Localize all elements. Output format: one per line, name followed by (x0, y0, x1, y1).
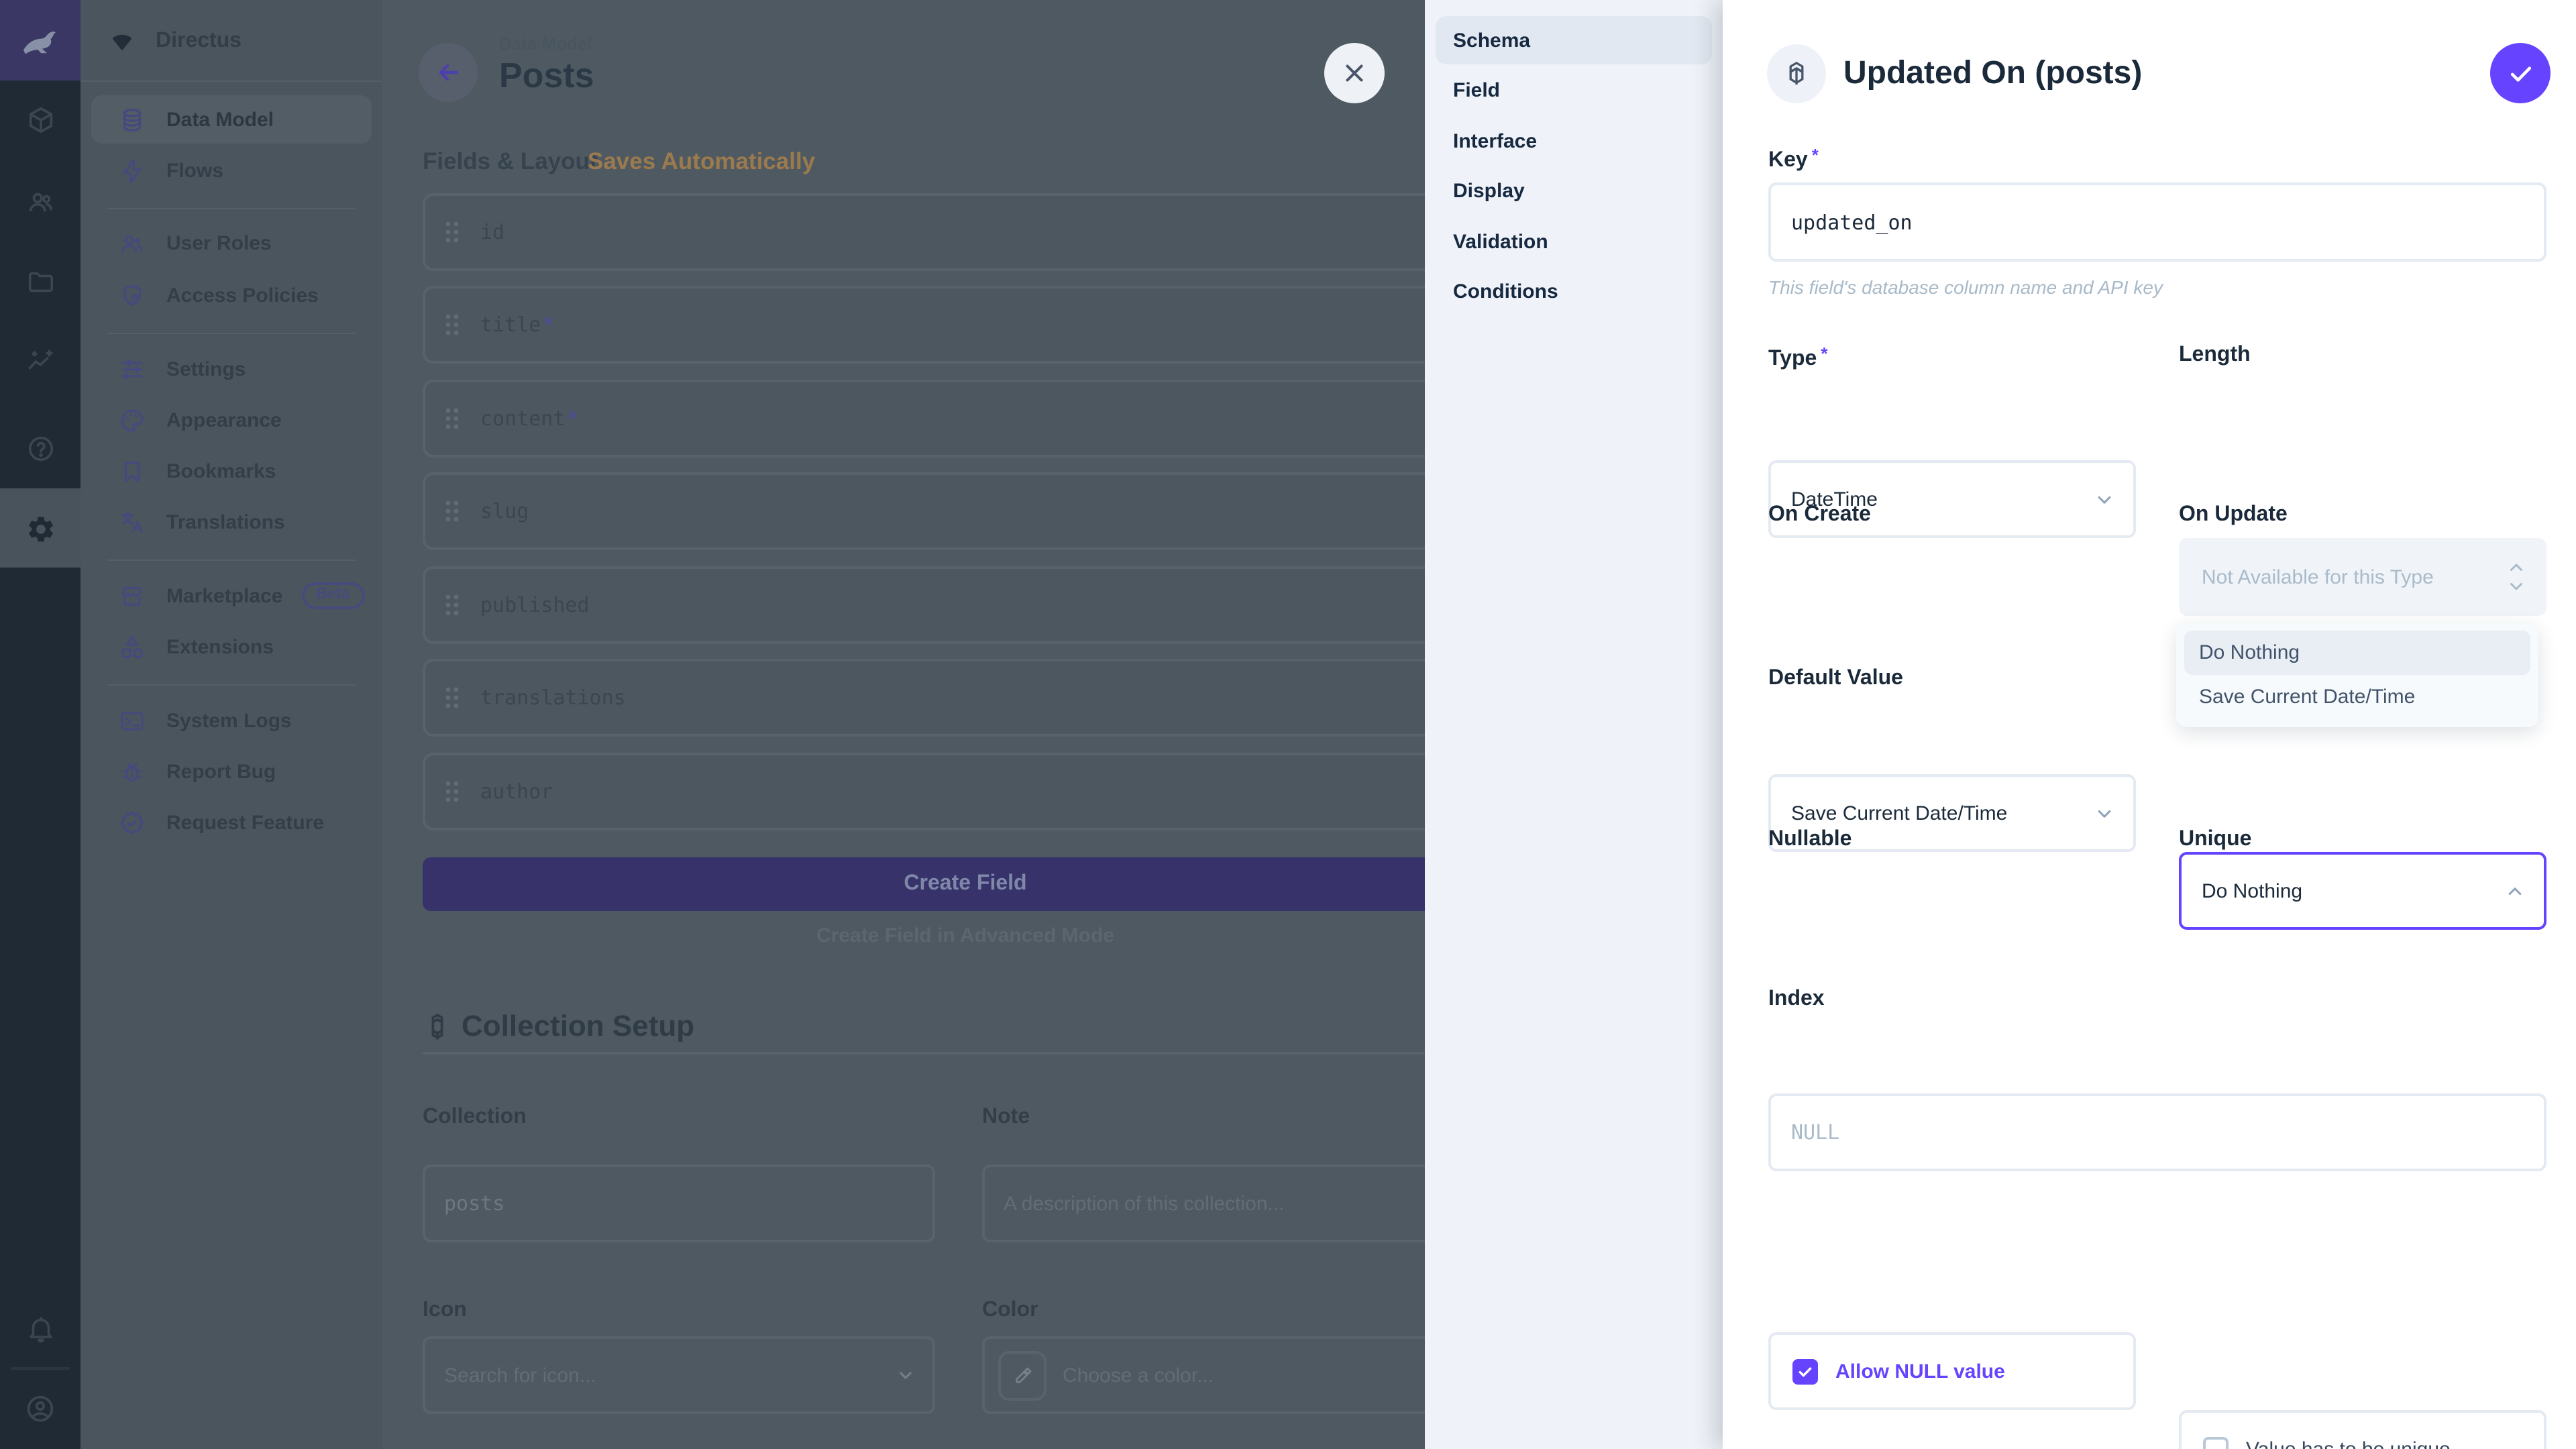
on-update-select[interactable]: Do Nothing (2179, 852, 2546, 930)
on-update-label: On Update (2179, 503, 2288, 527)
chevron-up-icon (2504, 879, 2526, 902)
checkbox-unchecked-icon[interactable] (2203, 1436, 2229, 1449)
key-input[interactable]: updated_on (1768, 182, 2546, 262)
close-drawer-button[interactable] (1324, 43, 1385, 103)
menu-item-save-current-datetime[interactable]: Save Current Date/Time (2184, 675, 2530, 719)
tab-schema[interactable]: Schema (1436, 16, 1712, 64)
checkbox-checked-icon[interactable] (1792, 1358, 1818, 1384)
default-value-input[interactable]: NULL (1768, 1093, 2546, 1171)
directus-app: Directus Data Model Flows User Roles Acc… (0, 0, 2576, 1449)
tab-validation[interactable]: Validation (1436, 217, 1712, 266)
tab-display[interactable]: Display (1436, 166, 1712, 215)
tab-conditions[interactable]: Conditions (1436, 267, 1712, 315)
tab-interface[interactable]: Interface (1436, 117, 1712, 165)
chevron-down-icon (2093, 802, 2116, 824)
length-input: Not Available for this Type (2179, 538, 2546, 616)
field-detail-drawer: Updated On (posts) Key* updated_on This … (1723, 0, 2576, 1449)
required-asterisk: * (1812, 145, 1819, 165)
default-value-label: Default Value (1768, 667, 1903, 691)
tab-field[interactable]: Field (1436, 66, 1712, 114)
nullable-checkbox-field[interactable]: Allow NULL value (1768, 1332, 2136, 1410)
drawer-title: Updated On (posts) (1843, 55, 2142, 93)
stepper-icon (2506, 561, 2526, 593)
unique-label: Unique (2179, 828, 2251, 852)
on-create-label: On Create (1768, 503, 1871, 527)
save-button[interactable] (2490, 43, 2551, 103)
drawer-overlay[interactable] (0, 0, 1425, 1449)
key-hint: This field's database column name and AP… (1768, 276, 2163, 298)
on-update-dropdown-menu: Do Nothing Save Current Date/Time (2176, 623, 2538, 727)
type-label: Type* (1768, 343, 1827, 372)
required-asterisk: * (1821, 343, 1827, 364)
index-label: Index (1768, 987, 1825, 1012)
length-label: Length (2179, 343, 2251, 368)
unique-checkbox-field[interactable]: Value has to be unique (2179, 1410, 2546, 1449)
drawer-section-nav: Schema Field Interface Display Validatio… (1425, 0, 1723, 1449)
field-box-icon (1767, 44, 1826, 103)
nullable-label: Nullable (1768, 828, 1851, 852)
menu-item-do-nothing[interactable]: Do Nothing (2184, 631, 2530, 675)
key-label: Key* (1768, 145, 1819, 173)
chevron-down-icon (2093, 488, 2116, 511)
